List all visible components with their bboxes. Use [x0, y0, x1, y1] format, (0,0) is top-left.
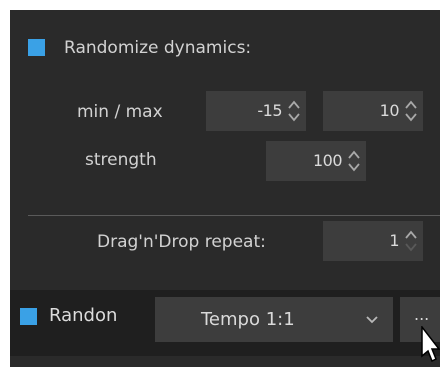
tempo-select-value: Tempo 1:1	[201, 309, 295, 330]
drag-drop-repeat-value: 1	[389, 231, 399, 250]
more-options-label: ...	[414, 305, 430, 324]
mouse-pointer-icon	[421, 326, 440, 363]
drag-drop-repeat-spinner[interactable]: 1	[323, 221, 423, 261]
min-max-label: min / max	[77, 102, 163, 122]
randomize-dynamics-label: Randomize dynamics:	[64, 38, 252, 58]
app-window: Randomize dynamics: min / max -15 10 str…	[0, 0, 440, 367]
drag-drop-repeat-label: Drag'n'Drop repeat:	[97, 232, 266, 252]
tempo-select[interactable]: Tempo 1:1	[155, 297, 393, 342]
up-down-chevron-icon[interactable]	[346, 147, 362, 175]
min-value: -15	[257, 101, 282, 120]
up-down-chevron-icon[interactable]	[403, 97, 419, 125]
strength-value: 100	[312, 151, 343, 170]
up-down-chevron-icon[interactable]	[286, 97, 302, 125]
strength-spinner[interactable]: 100	[266, 141, 366, 181]
max-spinner[interactable]: 10	[323, 91, 423, 131]
max-value: 10	[379, 101, 400, 120]
up-down-chevron-icon[interactable]	[403, 227, 419, 255]
randomize-tempo-checkbox[interactable]	[20, 308, 37, 325]
randomize-tempo-label: Randon	[49, 305, 118, 326]
min-spinner[interactable]: -15	[206, 91, 306, 131]
section-divider	[28, 215, 440, 216]
randomize-dynamics-checkbox[interactable]	[28, 39, 45, 56]
chevron-down-icon	[366, 316, 378, 324]
strength-label: strength	[85, 150, 157, 170]
